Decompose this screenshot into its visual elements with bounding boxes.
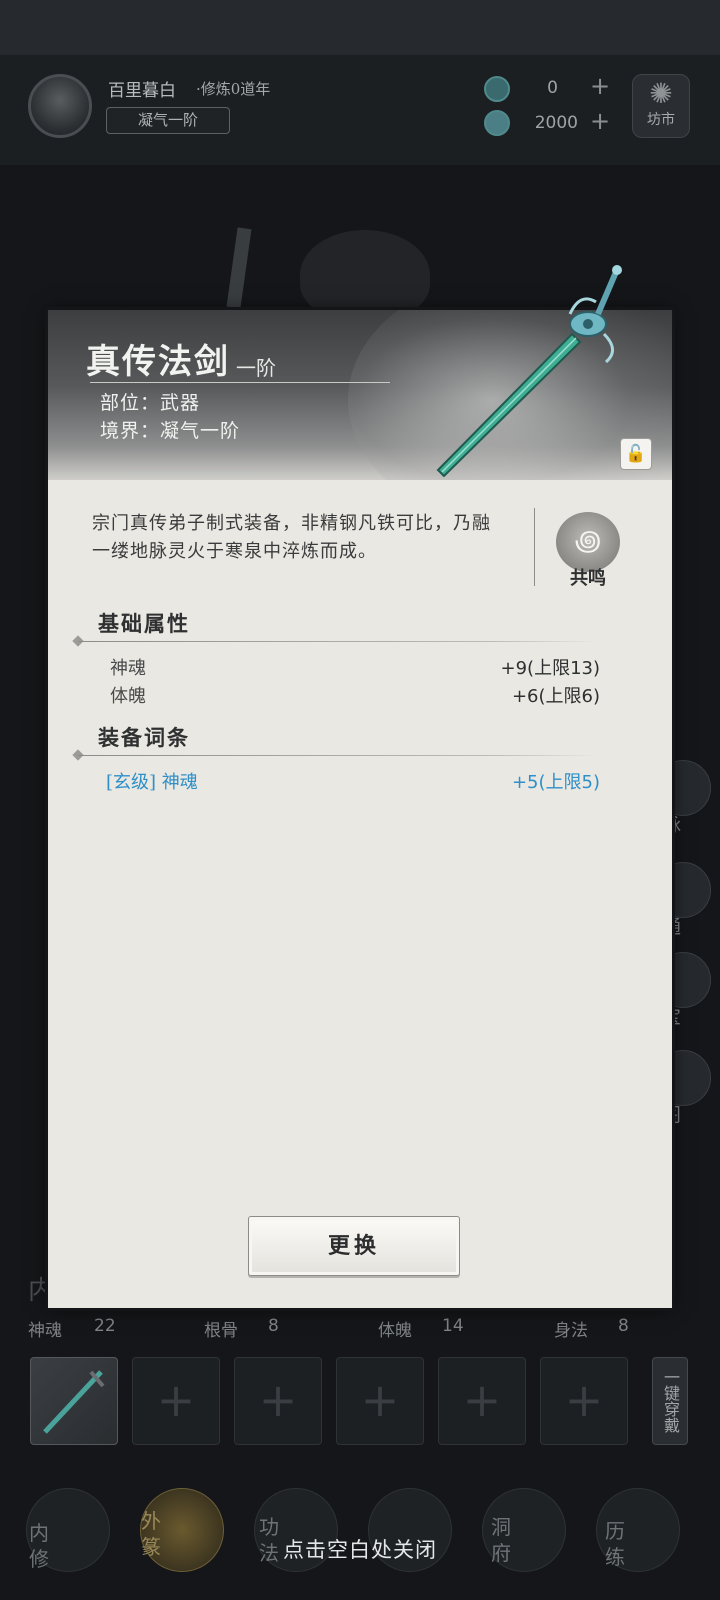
add-resource-button[interactable]: + bbox=[588, 107, 612, 135]
close-hint[interactable]: 点击空白处关闭 bbox=[0, 1534, 720, 1564]
background-figure bbox=[300, 230, 430, 320]
stat-label: 体魄 bbox=[378, 1321, 412, 1341]
equip-slot-empty[interactable]: + bbox=[540, 1357, 628, 1445]
stat-value: 14 bbox=[442, 1316, 464, 1336]
resource-value: 0 bbox=[547, 78, 558, 98]
section-divider bbox=[78, 755, 598, 756]
equip-slot-empty[interactable]: + bbox=[132, 1357, 220, 1445]
market-button[interactable]: ✺ 坊市 bbox=[632, 74, 690, 138]
market-icon: ✺ bbox=[649, 77, 673, 110]
base-attributes-title: 基础属性 bbox=[98, 611, 190, 636]
item-name: 真传法剑 bbox=[86, 342, 230, 382]
attribute-name: 体魄 bbox=[110, 686, 146, 707]
equip-slot-empty[interactable]: + bbox=[234, 1357, 322, 1445]
affix-name: [玄级] 神魂 bbox=[106, 772, 198, 793]
player-realm-tag: 凝气一阶 bbox=[106, 107, 230, 134]
section-divider bbox=[78, 641, 598, 642]
title-divider bbox=[90, 382, 390, 383]
stat-value: 8 bbox=[268, 1316, 279, 1336]
plus-icon: + bbox=[156, 1373, 196, 1427]
item-slot: 武器 bbox=[160, 392, 201, 414]
item-sword-illustration bbox=[436, 265, 622, 478]
stat-label: 神魂 bbox=[28, 1321, 62, 1341]
affix-value: +5(上限5) bbox=[511, 772, 600, 793]
equip-slot-empty[interactable]: + bbox=[438, 1357, 526, 1445]
cultivation-years: ·修炼0道年 bbox=[196, 80, 271, 98]
equip-all-button[interactable]: 一键穿戴 bbox=[652, 1357, 688, 1445]
plus-icon: + bbox=[360, 1373, 400, 1427]
stat-value: 8 bbox=[618, 1316, 629, 1336]
add-resource-button[interactable]: + bbox=[588, 72, 612, 100]
resource-value: 2000 bbox=[534, 113, 578, 133]
item-description: 宗门真传弟子制式装备，非精钢凡铁可比，乃融一缕地脉灵火于寒泉中淬炼而成。 bbox=[92, 513, 491, 562]
market-label: 坊市 bbox=[647, 112, 675, 128]
replace-button[interactable]: 更换 bbox=[248, 1216, 460, 1276]
item-realm: 凝气一阶 bbox=[160, 420, 241, 442]
stat-row: 神魂 22 根骨 8 体魄 14 身法 8 bbox=[28, 1316, 692, 1341]
plus-icon: + bbox=[462, 1373, 502, 1427]
stat-value: 22 bbox=[94, 1316, 116, 1336]
attribute-value: +6(上限6) bbox=[511, 686, 600, 707]
attribute-name: 神魂 bbox=[110, 658, 146, 679]
description-divider bbox=[534, 508, 535, 586]
avatar[interactable] bbox=[28, 74, 92, 138]
item-realm-line: 境界：凝气一阶 bbox=[100, 416, 240, 443]
stat-label: 根骨 bbox=[204, 1321, 238, 1341]
resonate-icon[interactable]: ꩜ bbox=[556, 512, 620, 572]
item-realm-label: 境界： bbox=[100, 420, 161, 442]
item-grade: 一阶 bbox=[236, 356, 276, 380]
plus-icon: + bbox=[258, 1373, 298, 1427]
background-sword bbox=[226, 227, 252, 309]
plus-icon: + bbox=[564, 1373, 604, 1427]
top-strip bbox=[0, 0, 720, 55]
item-slot-line: 部位：武器 bbox=[100, 388, 200, 415]
equip-slot-empty[interactable]: + bbox=[336, 1357, 424, 1445]
affix-title: 装备词条 bbox=[98, 725, 190, 750]
sword-icon bbox=[43, 1370, 105, 1434]
resonate-label[interactable]: 共鸣 bbox=[556, 564, 620, 590]
item-slot-label: 部位： bbox=[100, 392, 161, 414]
stat-label: 身法 bbox=[554, 1321, 588, 1341]
player-name: 百里暮白 bbox=[108, 81, 176, 101]
equip-slot-weapon[interactable] bbox=[30, 1357, 118, 1445]
attribute-value: +9(上限13) bbox=[500, 658, 600, 679]
